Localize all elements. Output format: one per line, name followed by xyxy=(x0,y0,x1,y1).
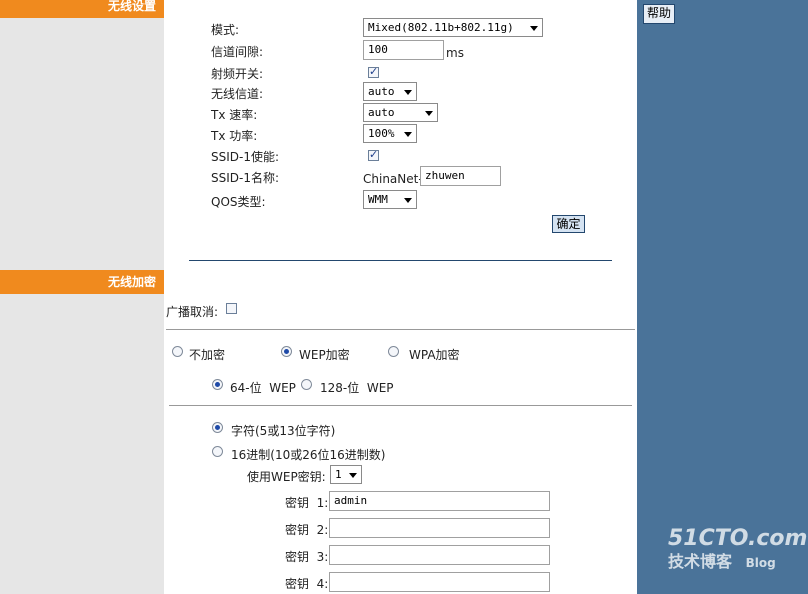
wep-encryption-label: WEP加密 xyxy=(299,348,350,362)
mode-select[interactable]: Mixed(802.11b+802.11g) xyxy=(363,18,543,37)
qos-select[interactable]: WMM xyxy=(363,190,417,209)
radio-switch-checkbox[interactable] xyxy=(368,65,379,78)
chevron-down-icon xyxy=(404,132,412,137)
chevron-down-icon xyxy=(530,26,538,31)
beacon-label: 信道间隙: xyxy=(211,45,264,59)
broadcast-cancel-label: 广播取消: xyxy=(166,305,219,319)
watermark-line2: 技术博客 xyxy=(668,552,733,571)
mode-value: Mixed(802.11b+802.11g) xyxy=(368,21,514,34)
watermark-line1: 51CTO.com xyxy=(668,526,808,551)
use-key-select[interactable]: 1 xyxy=(330,465,362,484)
chevron-down-icon xyxy=(404,90,412,95)
chevron-down-icon xyxy=(404,198,412,203)
ssid1-name-input[interactable]: zhuwen xyxy=(420,166,501,186)
key-format-char-label: 字符(5或13位字符) xyxy=(231,424,336,438)
tx-rate-value: auto xyxy=(368,106,395,119)
right-column xyxy=(637,0,808,594)
chevron-down-icon xyxy=(425,111,433,116)
wpa-encryption-label: WPA加密 xyxy=(409,348,460,362)
use-key-value: 1 xyxy=(335,468,342,481)
key1-label: 密钥 1: xyxy=(285,496,329,510)
beacon-input[interactable]: 100 xyxy=(363,40,444,60)
radio-switch-label: 射频开关: xyxy=(211,67,264,81)
key3-input[interactable] xyxy=(329,545,550,565)
tx-rate-select[interactable]: auto xyxy=(363,103,438,122)
wep-encryption-radio[interactable] xyxy=(281,346,292,357)
broadcast-cancel-checkbox[interactable] xyxy=(226,303,237,314)
qos-label: QOS类型: xyxy=(211,195,266,209)
wireless-settings-header: 无线设置 xyxy=(0,0,164,18)
key2-label: 密钥 2: xyxy=(285,523,329,537)
confirm-button[interactable]: 确定 xyxy=(552,215,585,233)
tx-rate-label: Tx 速率: xyxy=(211,108,258,122)
wireless-encryption-header: 无线加密 xyxy=(0,270,164,294)
help-button[interactable]: 帮助 xyxy=(643,4,676,24)
wep-64-radio[interactable] xyxy=(212,379,223,390)
key3-label: 密钥 3: xyxy=(285,550,329,564)
divider xyxy=(169,405,632,406)
watermark: 51CTO.com 技术博客 Blog xyxy=(668,526,807,573)
ssid1-enable-label: SSID-1使能: xyxy=(211,150,280,164)
wep-128-label: 128-位 WEP xyxy=(320,381,394,395)
wep-128-radio[interactable] xyxy=(301,379,312,390)
qos-value: WMM xyxy=(368,193,388,206)
wpa-encryption-radio[interactable] xyxy=(388,346,399,357)
tx-power-label: Tx 功率: xyxy=(211,129,258,143)
key-format-char-radio[interactable] xyxy=(212,422,223,433)
watermark-line3: Blog xyxy=(745,556,776,570)
section-divider xyxy=(189,260,612,261)
key-format-hex-label: 16进制(10或26位16进制数) xyxy=(231,448,386,462)
key1-input[interactable]: admin xyxy=(329,491,550,511)
key-format-hex-radio[interactable] xyxy=(212,446,223,457)
divider xyxy=(166,329,635,330)
wep-64-label: 64-位 WEP xyxy=(230,381,296,395)
key4-input[interactable] xyxy=(329,572,550,592)
use-key-label: 使用WEP密钥: xyxy=(247,470,326,484)
tx-power-value: 100% xyxy=(368,127,395,140)
key4-label: 密钥 4: xyxy=(285,577,329,591)
channel-value: auto xyxy=(368,85,395,98)
ssid1-prefix: ChinaNet- xyxy=(363,172,423,186)
no-encryption-radio[interactable] xyxy=(172,346,183,357)
channel-label: 无线信道: xyxy=(211,87,264,101)
chevron-down-icon xyxy=(349,473,357,478)
tx-power-select[interactable]: 100% xyxy=(363,124,417,143)
channel-select[interactable]: auto xyxy=(363,82,417,101)
left-column xyxy=(0,0,164,594)
ssid1-name-label: SSID-1名称: xyxy=(211,171,280,185)
key2-input[interactable] xyxy=(329,518,550,538)
beacon-unit: ms xyxy=(446,46,464,60)
no-encryption-label: 不加密 xyxy=(189,348,226,362)
ssid1-enable-checkbox[interactable] xyxy=(368,148,379,161)
mode-label: 模式: xyxy=(211,23,240,37)
